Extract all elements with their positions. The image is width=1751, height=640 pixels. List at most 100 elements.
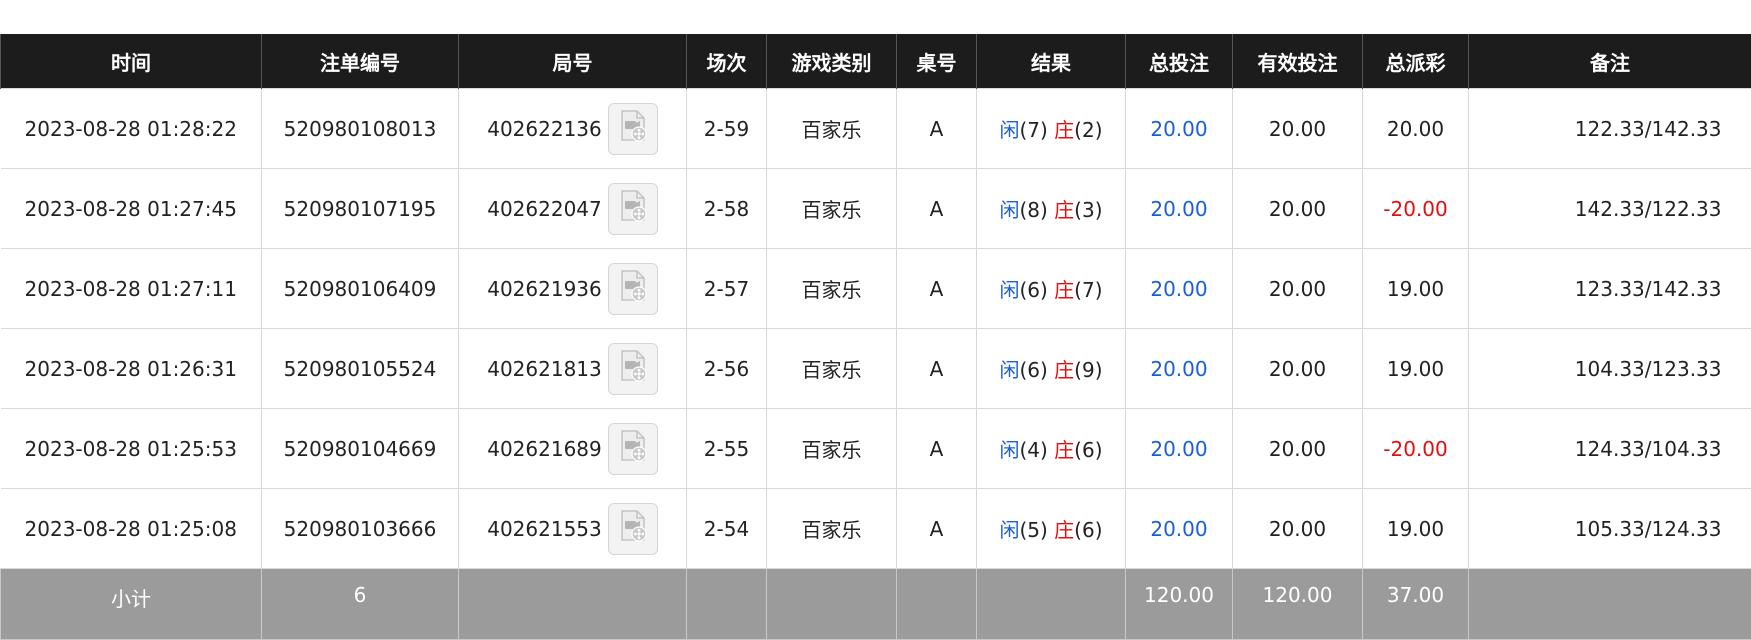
replay-button[interactable] — [608, 503, 658, 555]
cell-payout: 20.00 — [1363, 89, 1469, 169]
cell-result: 闲(8) 庄(3) — [977, 169, 1126, 249]
round-number: 402622136 — [487, 117, 602, 141]
cell-total-bet: 20.00 — [1126, 89, 1233, 169]
video-replay-icon — [616, 349, 650, 388]
cell-round: 402621936 — [459, 249, 687, 329]
result-banker-label: 庄 — [1054, 438, 1074, 462]
cell-time: 2023-08-28 01:28:22 — [1, 89, 262, 169]
cell-shoe: 2-55 — [687, 409, 767, 489]
subtotal-empty — [767, 569, 897, 640]
cell-note: 142.33/122.33 — [1469, 169, 1751, 249]
cell-result: 闲(6) 庄(9) — [977, 329, 1126, 409]
cell-note: 124.33/104.33 — [1469, 409, 1751, 489]
cell-note: 122.33/142.33 — [1469, 89, 1751, 169]
result-player-score: (6) — [1019, 358, 1047, 382]
replay-button[interactable] — [608, 423, 658, 475]
header-bet-id: 注单编号 — [262, 34, 459, 89]
header-game-type: 游戏类别 — [767, 34, 897, 89]
cell-bet-id: 520980108013 — [262, 89, 459, 169]
cell-bet-id: 520980107195 — [262, 169, 459, 249]
result-banker-score: (2) — [1074, 118, 1102, 142]
result-banker-score: (6) — [1074, 438, 1102, 462]
round-number: 402621936 — [487, 277, 602, 301]
result-banker-label: 庄 — [1054, 278, 1074, 302]
cell-table: A — [897, 89, 977, 169]
cell-bet-id: 520980106409 — [262, 249, 459, 329]
subtotal-valid-bet: 120.00 — [1233, 569, 1363, 640]
subtotal-total-bet: 120.00 — [1126, 569, 1233, 640]
cell-game-type: 百家乐 — [767, 169, 897, 249]
subtotal-empty — [687, 569, 767, 640]
result-player-label: 闲 — [999, 438, 1019, 462]
cell-shoe: 2-56 — [687, 329, 767, 409]
result-banker-label: 庄 — [1054, 118, 1074, 142]
result-player-score: (8) — [1019, 198, 1047, 222]
result-player-label: 闲 — [999, 198, 1019, 222]
cell-round: 402622047 — [459, 169, 687, 249]
header-time: 时间 — [1, 34, 262, 89]
cell-table: A — [897, 249, 977, 329]
cell-table: A — [897, 329, 977, 409]
cell-shoe: 2-57 — [687, 249, 767, 329]
cell-total-bet: 20.00 — [1126, 409, 1233, 489]
result-banker-score: (9) — [1074, 358, 1102, 382]
cell-valid-bet: 20.00 — [1233, 329, 1363, 409]
cell-bet-id: 520980103666 — [262, 489, 459, 569]
subtotal-empty — [1469, 569, 1751, 640]
cell-round: 402621813 — [459, 329, 687, 409]
result-player-score: (7) — [1019, 118, 1047, 142]
header-valid-bet: 有效投注 — [1233, 34, 1363, 89]
subtotal-count: 6 — [262, 569, 459, 640]
cell-note: 123.33/142.33 — [1469, 249, 1751, 329]
replay-button[interactable] — [608, 343, 658, 395]
cell-result: 闲(5) 庄(6) — [977, 489, 1126, 569]
cell-payout: 19.00 — [1363, 249, 1469, 329]
result-player-score: (4) — [1019, 438, 1047, 462]
table-row: 2023-08-28 01:27:11 520980106409 4026219… — [1, 249, 1751, 329]
cell-bet-id: 520980105524 — [262, 329, 459, 409]
result-player-label: 闲 — [999, 518, 1019, 542]
subtotal-empty — [897, 569, 977, 640]
header-total-bet: 总投注 — [1126, 34, 1233, 89]
cell-valid-bet: 20.00 — [1233, 169, 1363, 249]
cell-game-type: 百家乐 — [767, 329, 897, 409]
bet-history-table: 时间 注单编号 局号 场次 游戏类别 桌号 结果 总投注 有效投注 总派彩 备注… — [0, 34, 1751, 640]
cell-table: A — [897, 409, 977, 489]
subtotal-row: 小计 6 120.00 120.00 37.00 — [1, 569, 1751, 640]
subtotal-payout: 37.00 — [1363, 569, 1469, 640]
cell-game-type: 百家乐 — [767, 409, 897, 489]
table-row: 2023-08-28 01:26:31 520980105524 4026218… — [1, 329, 1751, 409]
cell-total-bet: 20.00 — [1126, 249, 1233, 329]
round-number: 402622047 — [487, 197, 602, 221]
cell-valid-bet: 20.00 — [1233, 409, 1363, 489]
result-player-label: 闲 — [999, 278, 1019, 302]
cell-valid-bet: 20.00 — [1233, 249, 1363, 329]
replay-button[interactable] — [608, 263, 658, 315]
cell-table: A — [897, 169, 977, 249]
replay-button[interactable] — [608, 183, 658, 235]
result-banker-label: 庄 — [1054, 358, 1074, 382]
table-row: 2023-08-28 01:28:22 520980108013 4026221… — [1, 89, 1751, 169]
cell-payout: -20.00 — [1363, 169, 1469, 249]
cell-bet-id: 520980104669 — [262, 409, 459, 489]
video-replay-icon — [616, 509, 650, 548]
round-number: 402621813 — [487, 357, 602, 381]
cell-valid-bet: 20.00 — [1233, 489, 1363, 569]
result-player-label: 闲 — [999, 118, 1019, 142]
result-banker-label: 庄 — [1054, 198, 1074, 222]
cell-total-bet: 20.00 — [1126, 329, 1233, 409]
result-banker-score: (3) — [1074, 198, 1102, 222]
header-shoe: 场次 — [687, 34, 767, 89]
cell-game-type: 百家乐 — [767, 249, 897, 329]
replay-button[interactable] — [608, 103, 658, 155]
cell-total-bet: 20.00 — [1126, 489, 1233, 569]
cell-note: 105.33/124.33 — [1469, 489, 1751, 569]
cell-shoe: 2-59 — [687, 89, 767, 169]
header-result: 结果 — [977, 34, 1126, 89]
table-body: 2023-08-28 01:28:22 520980108013 4026221… — [1, 89, 1751, 569]
cell-shoe: 2-54 — [687, 489, 767, 569]
result-banker-score: (6) — [1074, 518, 1102, 542]
cell-note: 104.33/123.33 — [1469, 329, 1751, 409]
cell-payout: -20.00 — [1363, 409, 1469, 489]
round-number: 402621553 — [487, 517, 602, 541]
